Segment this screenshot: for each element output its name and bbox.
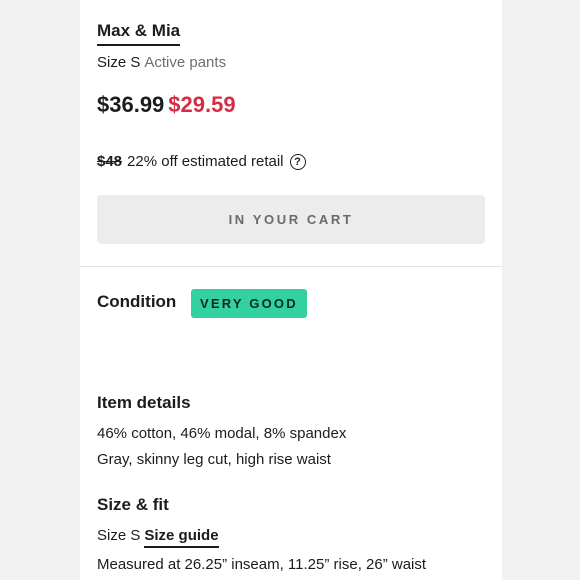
size-category-line: Size S Active pants	[97, 54, 226, 72]
question-circle-icon[interactable]: ?	[289, 154, 306, 170]
size-fit-line: Size S Size guide	[97, 527, 219, 548]
product-card: Max & Mia Size S Active pants $36.99 $29.5…	[80, 0, 502, 580]
item-detail-line: 46% cotton, 46% modal, 8% spandex	[97, 425, 347, 442]
price-row: $36.99 $29.59	[97, 92, 236, 118]
in-your-cart-button[interactable]: IN YOUR CART	[97, 195, 485, 244]
size-fit-size-label: Size S	[97, 527, 141, 544]
measurements-line: Measured at 26.25” inseam, 11.25” rise, …	[97, 556, 427, 573]
size-fit-heading: Size & fit	[97, 495, 169, 514]
brand-link[interactable]: Max & Mia	[97, 21, 181, 46]
item-details-heading: Item details	[97, 393, 191, 412]
estimated-retail-row: $48 22% off estimated retail ?	[97, 153, 306, 171]
size-guide-link[interactable]: Size guide	[144, 527, 219, 548]
original-price: $36.99	[97, 92, 165, 117]
size-label: Size S	[97, 54, 141, 71]
section-divider	[80, 266, 502, 267]
condition-badge: VERY GOOD	[191, 289, 307, 318]
item-detail-line: Gray, skinny leg cut, high rise waist	[97, 451, 331, 468]
retail-price-strikethrough: $48	[97, 153, 123, 170]
sale-price: $29.59	[168, 92, 236, 117]
category-label: Active pants	[144, 54, 227, 71]
discount-text: 22% off estimated retail	[127, 153, 284, 170]
condition-heading: Condition	[97, 292, 177, 311]
